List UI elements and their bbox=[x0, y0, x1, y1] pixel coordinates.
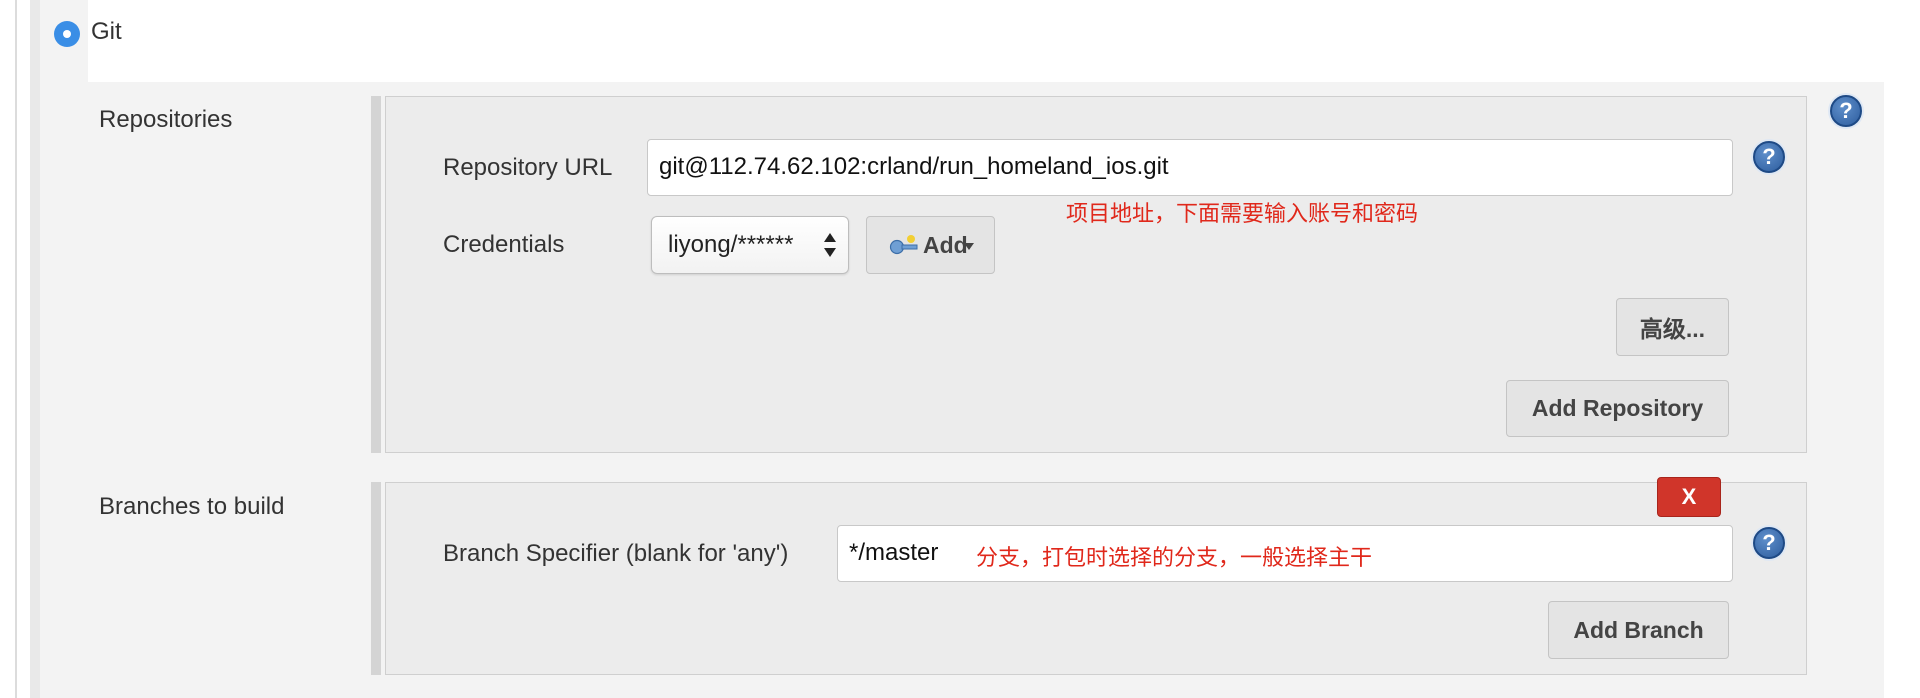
help-glyph: ? bbox=[1762, 144, 1776, 169]
branches-panel-bar bbox=[371, 482, 381, 675]
radio-selected-icon bbox=[63, 30, 71, 38]
add-branch-button[interactable]: Add Branch bbox=[1548, 601, 1729, 659]
repositories-panel-bar bbox=[371, 96, 381, 453]
repository-url-label: Repository URL bbox=[443, 154, 613, 181]
updown-arrows-icon bbox=[824, 233, 836, 257]
credentials-label: Credentials bbox=[443, 231, 565, 258]
outer-border bbox=[15, 0, 17, 698]
branches-label: Branches to build bbox=[99, 493, 285, 520]
credentials-add-label: Add bbox=[923, 231, 968, 258]
git-radio-label[interactable]: Git bbox=[91, 18, 122, 46]
help-icon[interactable]: ? bbox=[1753, 141, 1785, 173]
key-icon bbox=[889, 235, 918, 255]
dropdown-arrow-icon bbox=[963, 243, 974, 250]
credentials-value: liyong/****** bbox=[668, 231, 794, 258]
advanced-button[interactable]: 高级... bbox=[1616, 298, 1729, 356]
credentials-add-button[interactable]: Add bbox=[866, 216, 995, 274]
section-indent-strip bbox=[30, 0, 40, 698]
branch-specifier-label: Branch Specifier (blank for 'any') bbox=[443, 540, 789, 567]
help-glyph: ? bbox=[1762, 530, 1776, 555]
credentials-select[interactable]: liyong/****** bbox=[651, 216, 849, 274]
repository-url-input[interactable]: git@112.74.62.102:crland/run_homeland_io… bbox=[647, 139, 1733, 196]
help-icon[interactable]: ? bbox=[1753, 527, 1785, 559]
url-annotation: 项目地址，下面需要输入账号和密码 bbox=[1066, 201, 1419, 226]
help-glyph: ? bbox=[1839, 98, 1853, 123]
add-repository-button[interactable]: Add Repository bbox=[1506, 380, 1729, 437]
branch-annotation: 分支，打包时选择的分支，一般选择主干 bbox=[976, 545, 1373, 570]
repositories-label: Repositories bbox=[99, 106, 233, 133]
help-icon[interactable]: ? bbox=[1830, 95, 1862, 127]
delete-branch-button[interactable]: X bbox=[1657, 477, 1721, 517]
